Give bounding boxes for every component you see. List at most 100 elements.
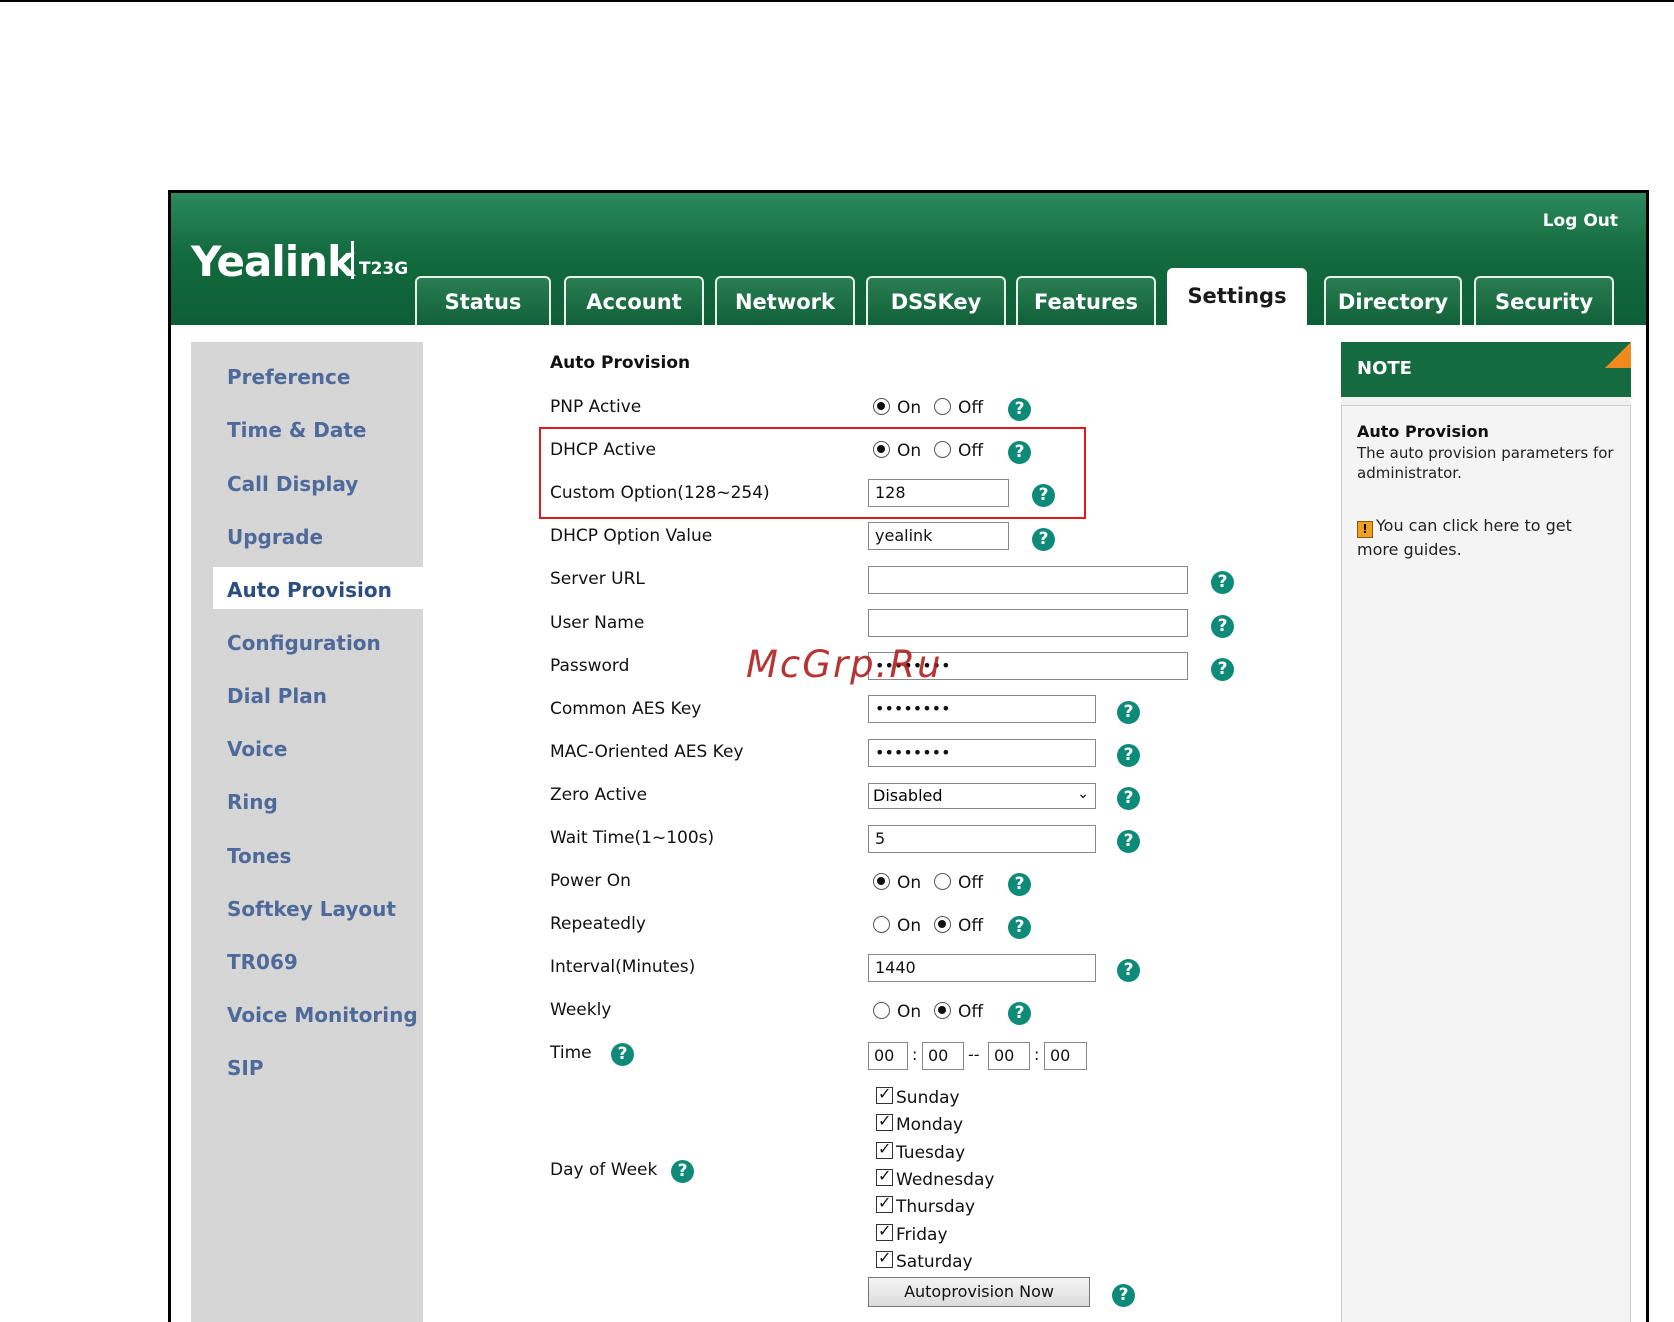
sidebar-item-preference[interactable]: Preference xyxy=(227,365,350,389)
pnp-active-off-radio[interactable] xyxy=(934,398,951,415)
note-heading: Auto Provision xyxy=(1357,422,1489,441)
thursday-checkbox[interactable] xyxy=(876,1193,893,1213)
weekly-on-label: On xyxy=(897,1002,922,1022)
sidebar-item-upgrade[interactable]: Upgrade xyxy=(227,525,323,549)
power-on-on-radio[interactable] xyxy=(873,873,890,890)
autoprovision-help-icon[interactable]: ? xyxy=(1112,1284,1135,1307)
mac-aes-key-help-icon[interactable]: ? xyxy=(1117,744,1140,767)
weekly-off-label: Off xyxy=(958,1002,984,1022)
tab-directory[interactable]: Directory xyxy=(1324,276,1462,325)
tuesday-checkbox[interactable] xyxy=(876,1139,893,1159)
autoprovision-now-button[interactable]: Autoprovision Now xyxy=(868,1277,1090,1307)
dhcp-active-help-icon[interactable]: ? xyxy=(1008,441,1031,464)
tab-dsskey[interactable]: DSSKey xyxy=(866,276,1006,325)
saturday-checkbox[interactable] xyxy=(876,1248,893,1268)
tab-account[interactable]: Account xyxy=(564,276,704,325)
sidebar-item-dial-plan[interactable]: Dial Plan xyxy=(227,684,327,708)
friday-checkbox[interactable] xyxy=(876,1221,893,1241)
section-title: Auto Provision xyxy=(550,353,691,373)
wait-time-input[interactable]: 5 xyxy=(868,825,1096,853)
sidebar-item-softkey-layout[interactable]: Softkey Layout xyxy=(227,897,396,921)
logo-divider xyxy=(351,241,354,279)
monday-checkbox[interactable] xyxy=(876,1111,893,1131)
server-url-label: Server URL xyxy=(550,569,645,589)
interval-help-icon[interactable]: ? xyxy=(1117,959,1140,982)
time-help-icon[interactable]: ? xyxy=(611,1043,634,1066)
sidebar-item-auto-provision[interactable]: Auto Provision xyxy=(227,578,392,602)
dhcp-option-value-help-icon[interactable]: ? xyxy=(1032,528,1055,551)
tab-network[interactable]: Network xyxy=(715,276,855,325)
note-guide-link[interactable]: ! You can click here to get more guides. xyxy=(1357,514,1617,561)
chevron-down-icon: ⌄ xyxy=(1077,786,1089,802)
repeatedly-on-label: On xyxy=(897,916,922,936)
browser-frame: Yealink T23G Log Out Status Account Netw… xyxy=(168,190,1649,1322)
custom-option-input[interactable]: 128 xyxy=(868,479,1009,507)
time-start-hour-input[interactable]: 00 xyxy=(868,1042,908,1070)
repeatedly-label: Repeatedly xyxy=(550,914,646,934)
sidebar-item-call-display[interactable]: Call Display xyxy=(227,472,358,496)
pnp-active-help-icon[interactable]: ? xyxy=(1008,398,1031,421)
time-end-hour-input[interactable]: 00 xyxy=(988,1042,1030,1070)
tab-features[interactable]: Features xyxy=(1016,276,1156,325)
weekly-off-radio[interactable] xyxy=(934,1002,951,1019)
guide-book-icon: ! xyxy=(1357,521,1373,538)
note-body: Auto Provision The auto provision parame… xyxy=(1341,405,1631,1322)
header-bar: Yealink T23G Log Out Status Account Netw… xyxy=(171,193,1646,325)
zero-active-value: Disabled xyxy=(873,786,943,805)
power-on-label: Power On xyxy=(550,871,631,891)
power-on-off-radio[interactable] xyxy=(934,873,951,890)
sidebar-item-sip[interactable]: SIP xyxy=(227,1056,264,1080)
zero-active-select[interactable]: Disabled ⌄ xyxy=(868,783,1096,809)
zero-active-help-icon[interactable]: ? xyxy=(1117,787,1140,810)
dhcp-active-on-radio[interactable] xyxy=(873,441,890,458)
sidebar-item-voice[interactable]: Voice xyxy=(227,737,287,761)
sidebar-item-voice-monitoring[interactable]: Voice Monitoring xyxy=(227,1003,418,1027)
dhcp-option-value-input[interactable]: yealink xyxy=(868,522,1009,550)
sunday-checkbox[interactable] xyxy=(876,1084,893,1104)
server-url-help-icon[interactable]: ? xyxy=(1211,571,1234,594)
tab-settings[interactable]: Settings xyxy=(1167,268,1307,325)
wait-time-label: Wait Time(1~100s) xyxy=(550,828,715,848)
dhcp-active-off-radio[interactable] xyxy=(934,441,951,458)
interval-input[interactable]: 1440 xyxy=(868,954,1096,982)
note-title: NOTE xyxy=(1357,358,1412,379)
note-link-text: You can click here to get more guides. xyxy=(1357,516,1572,559)
weekly-on-radio[interactable] xyxy=(873,1002,890,1019)
mac-aes-key-input[interactable]: •••••••• xyxy=(868,739,1096,767)
power-on-help-icon[interactable]: ? xyxy=(1008,873,1031,896)
tuesday-label: Tuesday xyxy=(896,1143,966,1163)
mac-aes-key-label: MAC-Oriented AES Key xyxy=(550,742,744,762)
time-colon-2: : xyxy=(1034,1045,1040,1064)
tab-status[interactable]: Status xyxy=(415,276,551,325)
user-name-input[interactable] xyxy=(868,609,1188,637)
wednesday-checkbox[interactable] xyxy=(876,1166,893,1186)
model-name: T23G xyxy=(359,259,409,279)
time-end-minute-input[interactable]: 00 xyxy=(1044,1042,1087,1070)
custom-option-label: Custom Option(128~254) xyxy=(550,483,770,503)
sidebar-item-tr069[interactable]: TR069 xyxy=(227,950,298,974)
common-aes-key-help-icon[interactable]: ? xyxy=(1117,701,1140,724)
custom-option-help-icon[interactable]: ? xyxy=(1032,484,1055,507)
time-start-minute-input[interactable]: 00 xyxy=(922,1042,964,1070)
note-text: The auto provision parameters for admini… xyxy=(1357,444,1614,482)
user-name-help-icon[interactable]: ? xyxy=(1211,615,1234,638)
sidebar-item-time-date[interactable]: Time & Date xyxy=(227,418,367,442)
tab-security[interactable]: Security xyxy=(1474,276,1614,325)
logout-link[interactable]: Log Out xyxy=(1543,211,1618,231)
sidebar-item-tones[interactable]: Tones xyxy=(227,844,291,868)
weekly-help-icon[interactable]: ? xyxy=(1008,1002,1031,1025)
common-aes-key-input[interactable]: •••••••• xyxy=(868,695,1096,723)
password-help-icon[interactable]: ? xyxy=(1211,658,1234,681)
dhcp-active-label: DHCP Active xyxy=(550,440,656,460)
repeatedly-help-icon[interactable]: ? xyxy=(1008,916,1031,939)
wait-time-help-icon[interactable]: ? xyxy=(1117,830,1140,853)
pnp-active-on-radio[interactable] xyxy=(873,398,890,415)
saturday-label: Saturday xyxy=(896,1252,973,1272)
day-of-week-help-icon[interactable]: ? xyxy=(671,1160,694,1183)
server-url-input[interactable] xyxy=(868,566,1188,594)
sidebar-item-ring[interactable]: Ring xyxy=(227,790,278,814)
sidebar-item-configuration[interactable]: Configuration xyxy=(227,631,381,655)
zero-active-label: Zero Active xyxy=(550,785,648,805)
repeatedly-off-radio[interactable] xyxy=(934,916,951,933)
repeatedly-on-radio[interactable] xyxy=(873,916,890,933)
